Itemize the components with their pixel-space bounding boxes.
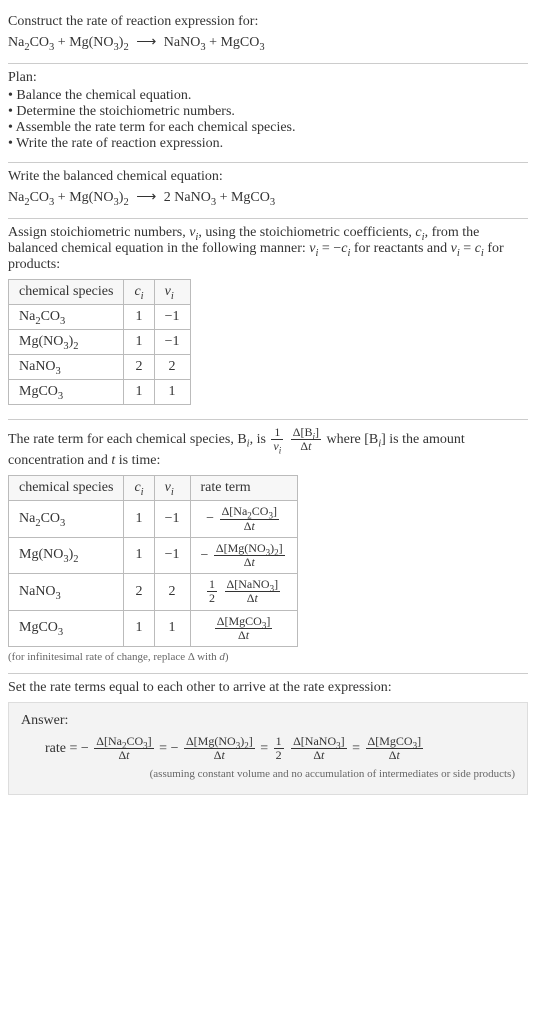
cell-rate-term: Δ[MgCO3] Δt [190,610,297,646]
plan-item: • Determine the stoichiometric numbers. [8,104,528,120]
cell-nui: 1 [154,610,190,646]
frac-rate: Δ[NaNO3] Δt [225,578,281,605]
final-prompt: Set the rate terms equal to each other t… [8,680,528,696]
section-balanced: Write the balanced chemical equation: Na… [8,163,528,219]
frac-half: 1 2 [207,578,217,605]
cell-species: MgCO3 [9,610,124,646]
cell-nui: −1 [154,305,190,330]
plan-title: Plan: [8,70,528,86]
cell-ci: 1 [124,380,154,405]
section-final-prompt: Set the rate terms equal to each other t… [8,674,528,805]
col-species: chemical species [9,476,124,501]
cell-species: NaNO3 [9,355,124,380]
cell-species: Na2CO3 [9,501,124,537]
col-ci: ci [124,476,154,501]
cell-nui: −1 [154,330,190,355]
stoich-text: Assign stoichiometric numbers, νi, using… [8,225,528,273]
species-nano3: NaNO3 [174,190,216,205]
cell-species: NaNO3 [9,574,124,610]
cell-ci: 1 [124,305,154,330]
cell-ci: 1 [124,537,154,573]
cell-species: Na2CO3 [9,305,124,330]
frac-rate: Δ[NaNO3] Δt [291,735,347,762]
frac-rate: Δ[Na2CO3] Δt [94,735,153,762]
species-nano3: NaNO3 [164,35,206,50]
frac-half: 1 2 [274,735,284,762]
plus-sign: + [216,190,231,205]
plan-item: • Write the rate of reaction expression. [8,136,528,152]
species-mgno32: Mg(NO3)2 [69,190,129,205]
cell-nui: 2 [154,574,190,610]
col-nui: νi [154,476,190,501]
section-construct: Construct the rate of reaction expressio… [8,8,528,64]
frac-one-over-nu: 1 νi [271,426,283,453]
table-row: Mg(NO3)2 1 −1 − Δ[Mg(NO3)2] Δt [9,537,298,573]
frac-rate: Δ[Na2CO3] Δt [220,505,279,532]
answer-box: Answer: rate = − Δ[Na2CO3] Δt = − Δ[Mg(N… [8,702,528,795]
table-header-row: chemical species ci νi [9,280,191,305]
table-row: NaNO3 2 2 [9,355,191,380]
cell-nui: −1 [154,501,190,537]
frac-rate: Δ[Mg(NO3)2] Δt [214,542,285,569]
reaction-arrow: ⟶ [132,35,160,50]
plan-item: • Assemble the rate term for each chemic… [8,120,528,136]
table-header-row: chemical species ci νi rate term [9,476,298,501]
frac-rate: Δ[MgCO3] Δt [366,735,424,762]
species-mgno32: Mg(NO3)2 [69,35,129,50]
cell-nui: −1 [154,537,190,573]
stoich-table: chemical species ci νi Na2CO3 1 −1 Mg(NO… [8,279,191,405]
plus-sign: + [54,35,69,50]
rate-term-table: chemical species ci νi rate term Na2CO3 … [8,475,298,647]
col-nui: νi [154,280,190,305]
plus-sign: + [54,190,69,205]
cell-ci: 2 [124,355,154,380]
balanced-prompt: Write the balanced chemical equation: [8,169,528,185]
species-mgco3: MgCO3 [220,35,264,50]
table-row: MgCO3 1 1 [9,380,191,405]
section-plan: Plan: • Balance the chemical equation. •… [8,64,528,163]
table-row: NaNO3 2 2 1 2 Δ[NaNO3] Δt [9,574,298,610]
cell-ci: 1 [124,610,154,646]
frac-dbi-dt: Δ[Bi] Δt [291,426,321,453]
table-row: Na2CO3 1 −1 [9,305,191,330]
species-na2co3: Na2CO3 [8,35,54,50]
col-ci: ci [124,280,154,305]
answer-equation: rate = − Δ[Na2CO3] Δt = − Δ[Mg(NO3)2] Δt… [45,735,515,762]
col-species: chemical species [9,280,124,305]
cell-nui: 1 [154,380,190,405]
unbalanced-equation: Na2CO3 + Mg(NO3)2 ⟶ NaNO3 + MgCO3 [8,34,528,51]
rate-term-text: The rate term for each chemical species,… [8,426,528,469]
construct-prompt: Construct the rate of reaction expressio… [8,14,528,30]
answer-note: (assuming constant volume and no accumul… [21,768,515,780]
coef-2: 2 [164,190,175,205]
section-rate-terms: The rate term for each chemical species,… [8,420,528,674]
cell-species: Mg(NO3)2 [9,330,124,355]
species-na2co3: Na2CO3 [8,190,54,205]
plan-item: • Balance the chemical equation. [8,88,528,104]
reaction-arrow: ⟶ [132,190,160,205]
cell-rate-term: − Δ[Mg(NO3)2] Δt [190,537,297,573]
col-rate-term: rate term [190,476,297,501]
cell-rate-term: 1 2 Δ[NaNO3] Δt [190,574,297,610]
plus-sign: + [206,35,221,50]
frac-rate: Δ[Mg(NO3)2] Δt [184,735,255,762]
table-row: Mg(NO3)2 1 −1 [9,330,191,355]
cell-species: Mg(NO3)2 [9,537,124,573]
answer-title: Answer: [21,713,515,729]
balanced-equation: Na2CO3 + Mg(NO3)2 ⟶ 2 NaNO3 + MgCO3 [8,189,528,206]
cell-nui: 2 [154,355,190,380]
table-row: Na2CO3 1 −1 − Δ[Na2CO3] Δt [9,501,298,537]
infinitesimal-note: (for infinitesimal rate of change, repla… [8,651,528,663]
section-stoich: Assign stoichiometric numbers, νi, using… [8,219,528,420]
frac-rate: Δ[MgCO3] Δt [215,615,273,642]
cell-ci: 1 [124,501,154,537]
species-mgco3: MgCO3 [231,190,275,205]
cell-ci: 1 [124,330,154,355]
cell-species: MgCO3 [9,380,124,405]
cell-rate-term: − Δ[Na2CO3] Δt [190,501,297,537]
cell-ci: 2 [124,574,154,610]
table-row: MgCO3 1 1 Δ[MgCO3] Δt [9,610,298,646]
